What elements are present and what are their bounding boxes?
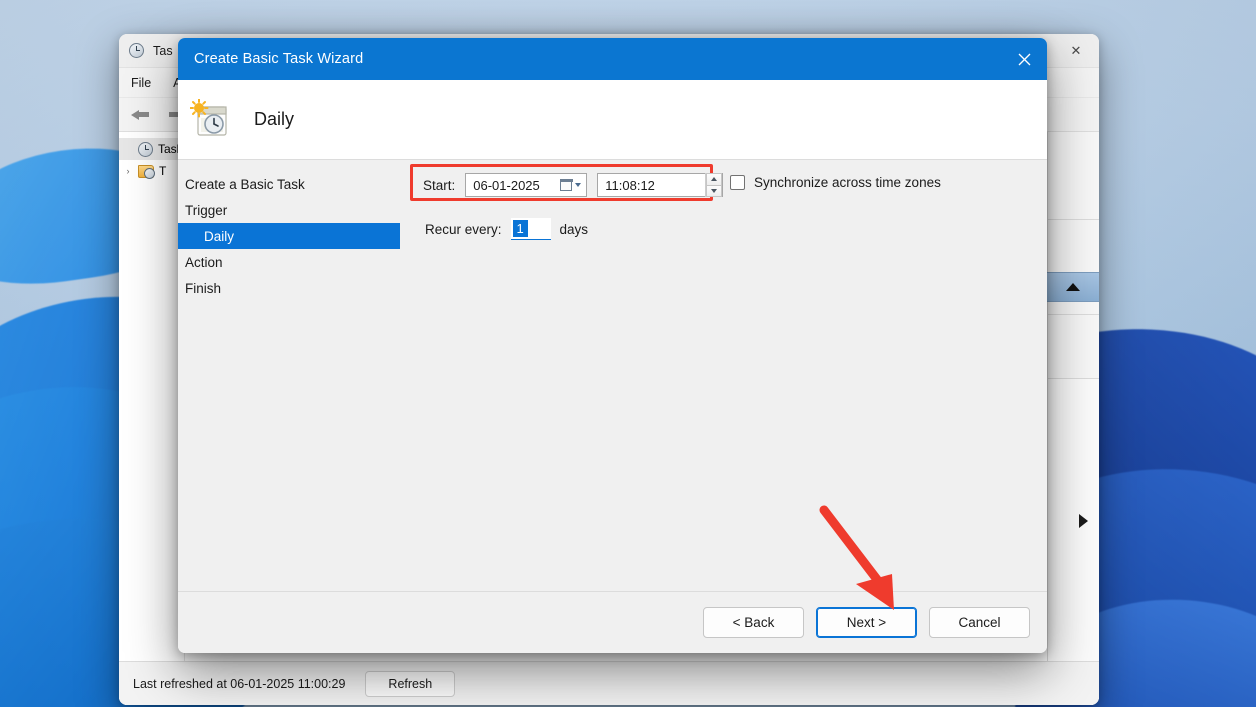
wizard-settings-pane: Start: 06-01-2025 11:08:12 Synchronize a… bbox=[400, 160, 1047, 591]
cancel-button[interactable]: Cancel bbox=[929, 607, 1030, 638]
spinner-down-icon[interactable] bbox=[706, 184, 723, 197]
actions-pane bbox=[1047, 132, 1099, 705]
recur-every-value: 1 bbox=[512, 220, 528, 237]
back-button[interactable]: < Back bbox=[703, 607, 804, 638]
sync-timezones-checkbox[interactable] bbox=[730, 175, 745, 190]
status-bar: Last refreshed at 06-01-2025 11:00:29 Re… bbox=[119, 661, 1099, 705]
calendar-clock-sun-icon bbox=[189, 98, 232, 141]
recur-every-row: Recur every: 1 days bbox=[425, 218, 588, 240]
wizard-content: Create a Basic Task Trigger Daily Action… bbox=[178, 159, 1047, 591]
window-title: Tas bbox=[153, 43, 173, 58]
clock-icon bbox=[129, 42, 145, 59]
sync-timezones-row[interactable]: Synchronize across time zones bbox=[730, 175, 941, 190]
sync-timezones-label: Synchronize across time zones bbox=[754, 175, 941, 190]
wizard-step-daily[interactable]: Daily bbox=[178, 223, 400, 249]
start-date-value: 06-01-2025 bbox=[473, 177, 540, 193]
start-field-row: Start: 06-01-2025 11:08:12 bbox=[423, 173, 724, 197]
wizard-step-finish[interactable]: Finish bbox=[178, 275, 400, 301]
folder-clock-icon bbox=[138, 164, 155, 179]
chevron-right-icon[interactable]: › bbox=[123, 166, 133, 176]
start-date-input[interactable]: 06-01-2025 bbox=[465, 173, 588, 197]
next-button[interactable]: Next > bbox=[816, 607, 917, 638]
step-label: Action bbox=[185, 254, 223, 270]
start-time-input[interactable]: 11:08:12 bbox=[597, 173, 724, 197]
wizard-step-list: Create a Basic Task Trigger Daily Action… bbox=[178, 160, 400, 591]
wizard-heading: Daily bbox=[254, 109, 295, 129]
tree-item-label: T bbox=[159, 164, 167, 178]
scroll-up-button[interactable] bbox=[1047, 272, 1099, 302]
wizard-header: Daily bbox=[178, 80, 1047, 159]
step-label: Create a Basic Task bbox=[185, 176, 305, 192]
time-spinner[interactable] bbox=[705, 173, 723, 197]
step-label: Trigger bbox=[185, 202, 228, 218]
spinner-up-icon[interactable] bbox=[706, 173, 723, 185]
recur-unit-label: days bbox=[559, 221, 589, 237]
clock-icon bbox=[138, 141, 153, 157]
close-icon[interactable] bbox=[1001, 38, 1047, 80]
tree-panel: Task › T bbox=[119, 132, 185, 705]
step-label: Finish bbox=[185, 280, 222, 296]
recur-every-label: Recur every: bbox=[425, 221, 502, 237]
create-basic-task-wizard-dialog: Create Basic Task Wizard Daily Create a … bbox=[178, 38, 1047, 653]
calendar-dropdown-icon[interactable] bbox=[559, 178, 582, 191]
wizard-step-action[interactable]: Action bbox=[178, 249, 400, 275]
wizard-step-create-a-basic-task[interactable]: Create a Basic Task bbox=[178, 171, 400, 197]
back-arrow-icon[interactable] bbox=[131, 106, 153, 124]
recur-every-input[interactable]: 1 bbox=[510, 218, 551, 240]
tree-item-task-scheduler-library[interactable]: Task bbox=[119, 138, 184, 160]
start-label: Start: bbox=[423, 177, 456, 193]
last-refreshed-text: Last refreshed at 06-01-2025 11:00:29 bbox=[133, 676, 346, 691]
close-icon[interactable]: ✕ bbox=[1053, 34, 1099, 68]
wizard-title: Create Basic Task Wizard bbox=[194, 51, 364, 67]
actions-block bbox=[1048, 132, 1099, 220]
actions-block bbox=[1048, 315, 1099, 379]
menu-item-file[interactable]: File bbox=[131, 76, 151, 90]
triangle-up-icon bbox=[1066, 283, 1080, 291]
start-time-value: 11:08:12 bbox=[605, 177, 655, 193]
tree-item-library-folder[interactable]: › T bbox=[119, 160, 184, 182]
refresh-button[interactable]: Refresh bbox=[365, 670, 456, 697]
triangle-right-icon[interactable] bbox=[1079, 514, 1088, 528]
step-label: Daily bbox=[204, 228, 235, 244]
wizard-titlebar: Create Basic Task Wizard bbox=[178, 38, 1047, 80]
wizard-footer: < Back Next > Cancel bbox=[178, 591, 1047, 653]
wizard-step-trigger[interactable]: Trigger bbox=[178, 197, 400, 223]
